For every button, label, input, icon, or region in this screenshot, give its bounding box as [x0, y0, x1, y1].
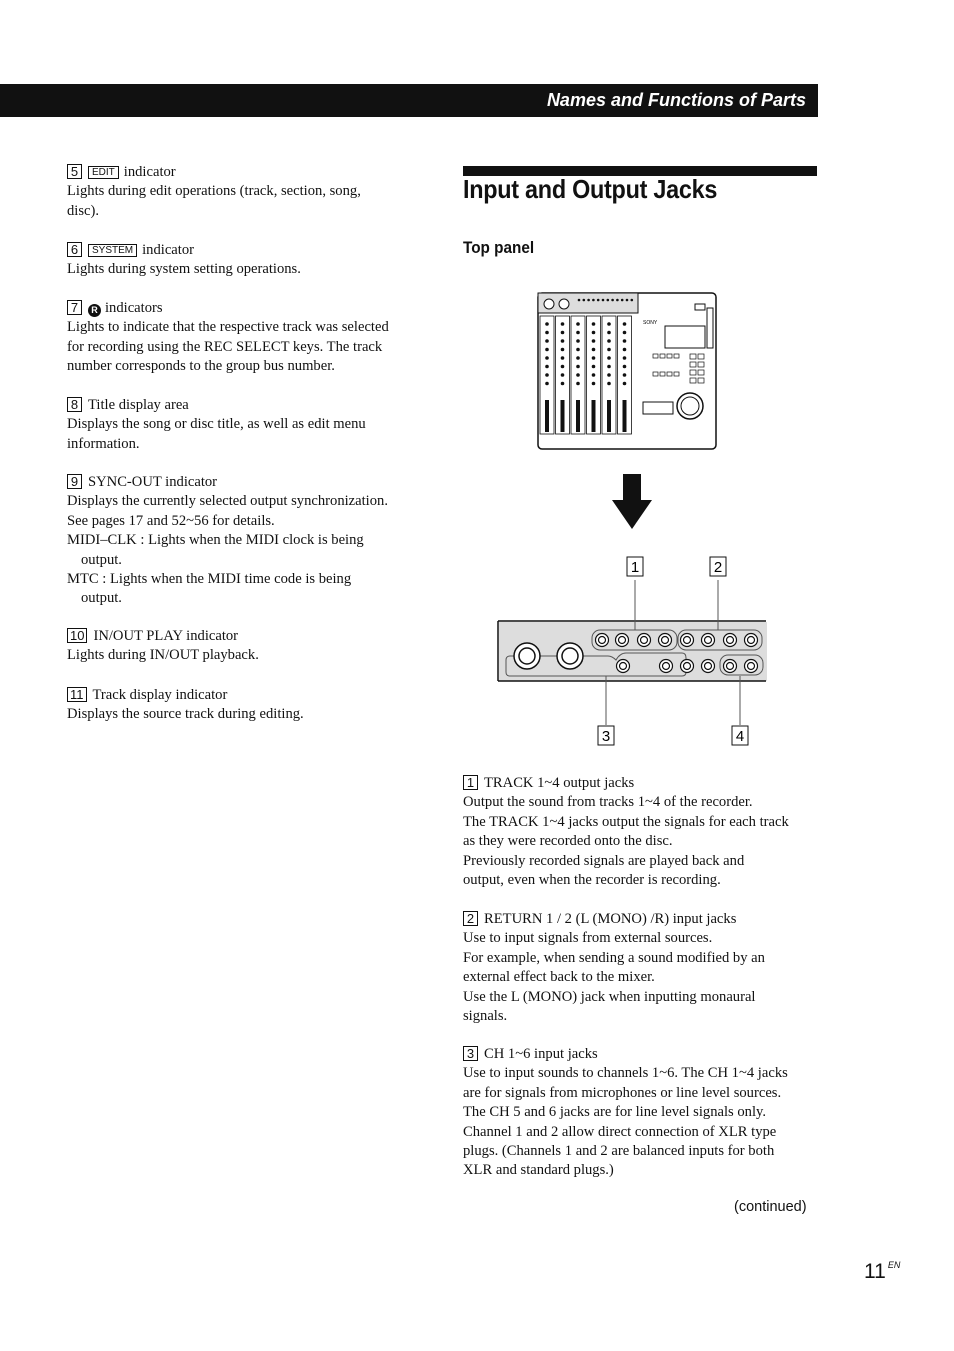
- list-item: 2 RETURN 1 / 2 (L (MONO) /R) input jacks U…: [463, 910, 765, 1026]
- item-label: IN/OUT PLAY indicator: [93, 628, 239, 644]
- page-title: Input and Output Jacks: [463, 174, 718, 204]
- item-number: 11: [67, 687, 87, 702]
- item-description-line: Output the sound from tracks 1~4 of the …: [463, 794, 753, 811]
- top-panel-illustration: SONY: [537, 292, 717, 450]
- item-description-line: Lights during IN/OUT playback.: [67, 647, 259, 664]
- item-label: indicators: [105, 300, 163, 316]
- list-item: 3 CH 1~6 input jacks Use to input sounds t…: [463, 1045, 788, 1181]
- item-description-line: output, even when the recorder is record…: [463, 872, 721, 889]
- list-item: 9 SYNC-OUT indicator Displays the currentl…: [67, 473, 388, 609]
- list-item: 1 TRACK 1~4 output jacks Output the sound …: [463, 774, 789, 890]
- item-description-line: Displays the currently selected output s…: [67, 493, 388, 510]
- callout-4: 4: [736, 728, 744, 745]
- item-heading: 2 RETURN 1 / 2 (L (MONO) /R) input jacks: [463, 910, 765, 929]
- item-number: 1: [463, 775, 478, 790]
- item-description-line: external effect back to the mixer.: [463, 969, 655, 986]
- item-number: 9: [67, 474, 82, 489]
- page-number: 11 EN: [864, 1260, 901, 1283]
- item-number: 2: [463, 911, 478, 926]
- item-label: SYNC-OUT indicator: [88, 474, 218, 490]
- item-description-line: For example, when sending a sound modifi…: [463, 949, 765, 966]
- list-item: 11 Track display indicator Displays the so…: [67, 686, 304, 725]
- indicator-badge: EDIT: [88, 166, 119, 179]
- item-heading: 7 Rindicators: [67, 299, 389, 318]
- item-heading: 10 IN/OUT PLAY indicator: [67, 627, 259, 646]
- item-label: Track display indicator: [92, 687, 228, 703]
- list-item: 8 Title display area Displays the song or …: [67, 396, 366, 454]
- item-heading: 11 Track display indicator: [67, 686, 304, 705]
- item-description-line: MTC : Lights when the MIDI time code is …: [67, 571, 352, 588]
- continued-note: (continued): [734, 1199, 807, 1215]
- subsection-title: Top panel: [463, 238, 535, 257]
- item-description-line: for recording using the REC SELECT keys.…: [67, 338, 383, 355]
- item-description-line: The CH 5 and 6 jacks are for line level …: [463, 1104, 767, 1121]
- item-description-line: Lights during system setting operations.: [67, 261, 301, 278]
- list-item: 5 EDIT indicator Lights during edit operati…: [67, 163, 361, 221]
- indicator-badge: SYSTEM: [88, 244, 138, 257]
- callout-2: 2: [714, 559, 722, 576]
- jack-panel-illustration: 1 2 3 4: [497, 556, 767, 746]
- item-number: 3: [463, 1046, 478, 1061]
- item-description-line: output.: [81, 590, 122, 607]
- item-number: 8: [67, 397, 82, 412]
- item-description-line: are for signals from microphones or line…: [463, 1084, 782, 1101]
- arrow-down-icon: [612, 474, 652, 529]
- manual-page: Names and Functions of Parts 5 EDIT indica…: [0, 0, 954, 1351]
- item-description-line: MIDI–CLK : Lights when the MIDI clock is…: [67, 532, 364, 549]
- item-number: 7: [67, 300, 82, 315]
- item-label: indicator: [123, 164, 176, 180]
- item-label: indicator: [142, 242, 194, 258]
- item-description-line: output.: [81, 551, 122, 568]
- item-description-line: Use the L (MONO) jack when inputting mon…: [463, 988, 756, 1005]
- item-description-line: information.: [67, 435, 140, 452]
- item-heading: 9 SYNC-OUT indicator: [67, 473, 388, 492]
- item-number: 6: [67, 242, 82, 257]
- item-description-line: Displays the song or disc title, as well…: [67, 416, 366, 433]
- item-label: Title display area: [88, 397, 189, 413]
- item-number: 5: [67, 164, 82, 179]
- section-title: Names and Functions of Parts: [546, 90, 806, 110]
- item-description-line: Use to input sounds to channels 1~6. The…: [463, 1065, 788, 1082]
- item-description-line: The TRACK 1~4 jacks output the signals f…: [463, 813, 789, 830]
- item-description-line: See pages 17 and 52~56 for details.: [67, 512, 275, 529]
- list-item: 7 Rindicators Lights to indicate that the …: [67, 299, 389, 377]
- item-description-line: Lights during edit operations (track, se…: [67, 183, 361, 200]
- item-description-line: signals.: [463, 1008, 508, 1025]
- item-description-line: as they were recorded onto the disc.: [463, 833, 673, 850]
- item-label: TRACK 1~4 output jacks: [484, 775, 635, 791]
- item-label: RETURN 1 / 2 (L (MONO) /R) input jacks: [484, 911, 737, 927]
- item-heading: 1 TRACK 1~4 output jacks: [463, 774, 789, 793]
- section-header-bar: Names and Functions of Parts: [0, 84, 818, 117]
- list-item: 6 SYSTEM indicator Lights during system set…: [67, 241, 301, 280]
- item-heading: 6 SYSTEM indicator: [67, 241, 301, 260]
- rec-indicator-icon: R: [88, 304, 101, 317]
- item-heading: 8 Title display area: [67, 396, 366, 415]
- brand-logo: SONY: [643, 320, 658, 326]
- item-description-line: Displays the source track during editing…: [67, 706, 304, 723]
- item-description-line: Channel 1 and 2 allow direct connection …: [463, 1123, 777, 1140]
- item-heading: 3 CH 1~6 input jacks: [463, 1045, 788, 1064]
- item-description-line: Lights to indicate that the respective t…: [67, 319, 389, 336]
- callout-1: 1: [631, 559, 639, 576]
- item-description-line: plugs. (Channels 1 and 2 are balanced in…: [463, 1143, 775, 1160]
- item-description-line: Use to input signals from external sourc…: [463, 930, 713, 947]
- list-item: 10 IN/OUT PLAY indicator Lights during IN/…: [67, 627, 259, 666]
- item-heading: 5 EDIT indicator: [67, 163, 361, 182]
- item-description-line: XLR and standard plugs.): [463, 1162, 614, 1179]
- item-description-line: number corresponds to the group bus numb…: [67, 358, 335, 375]
- item-description-line: disc).: [67, 202, 100, 219]
- item-number: 10: [67, 628, 88, 643]
- item-label: CH 1~6 input jacks: [484, 1046, 598, 1062]
- callout-3: 3: [602, 728, 610, 745]
- item-description-line: Previously recorded signals are played b…: [463, 852, 745, 869]
